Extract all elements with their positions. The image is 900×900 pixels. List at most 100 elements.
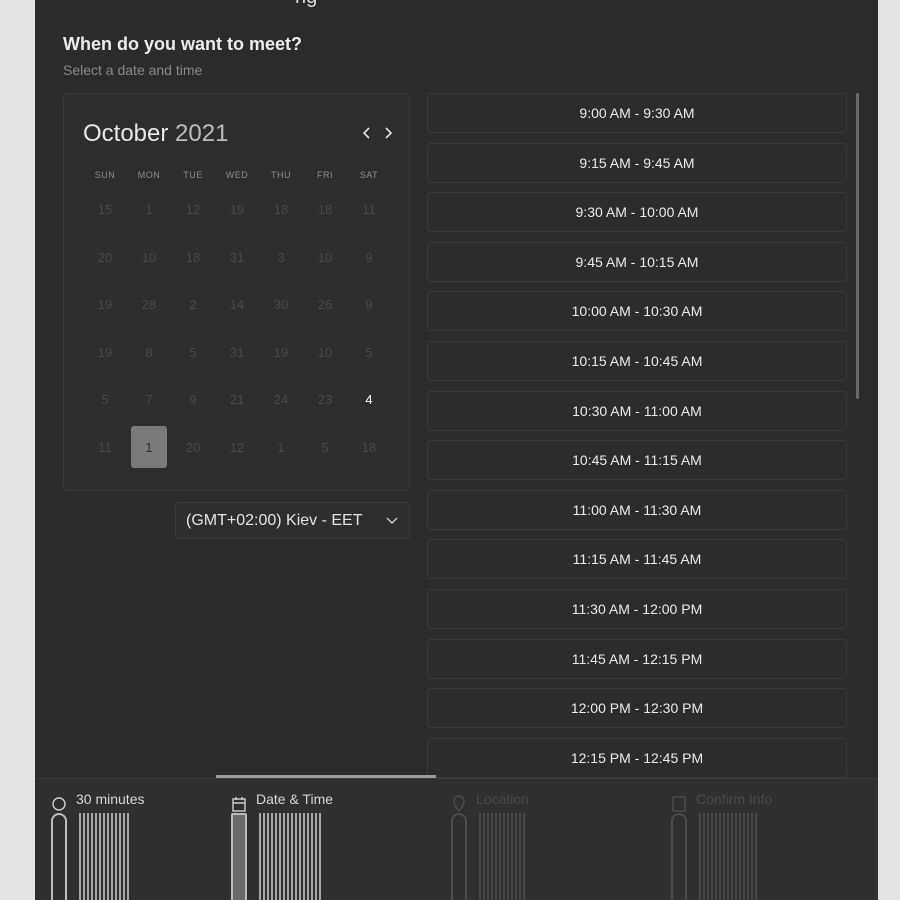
- time-slot-button[interactable]: 10:30 AM - 11:00 AM: [427, 390, 847, 431]
- step-date-time[interactable]: Date & Time: [231, 791, 431, 900]
- day-number: 1: [131, 426, 167, 469]
- calendar-day[interactable]: 18: [303, 186, 347, 234]
- calendar-day[interactable]: 9: [347, 281, 391, 329]
- calendar-day[interactable]: 23: [303, 376, 347, 424]
- calendar-day[interactable]: 24: [259, 376, 303, 424]
- step-marker: [451, 813, 467, 900]
- day-number: 26: [317, 297, 333, 313]
- weekday-label: TUE: [183, 170, 203, 180]
- step-marker: [671, 813, 687, 900]
- day-number: 14: [229, 297, 245, 313]
- day-number: 12: [185, 202, 201, 218]
- step-duration[interactable]: 30 minutes: [51, 791, 251, 900]
- calendar-day[interactable]: 15: [83, 186, 127, 234]
- calendar-day[interactable]: 18: [259, 186, 303, 234]
- step-marker: [231, 813, 247, 900]
- time-slot-button[interactable]: 9:30 AM - 10:00 AM: [427, 192, 847, 233]
- calendar-day[interactable]: 5: [347, 329, 391, 377]
- day-number: 12: [229, 439, 245, 455]
- calendar-day[interactable]: 3: [259, 234, 303, 282]
- calendar-day[interactable]: 11: [83, 424, 127, 472]
- time-slot-button[interactable]: 9:00 AM - 9:30 AM: [427, 93, 847, 133]
- day-number: 31: [229, 249, 245, 265]
- calendar-day[interactable]: 19: [215, 186, 259, 234]
- step-location[interactable]: Location: [451, 791, 651, 900]
- step-lines: [259, 813, 321, 900]
- time-slot-button[interactable]: 10:15 AM - 10:45 AM: [427, 340, 847, 381]
- calendar-day[interactable]: 1: [127, 186, 171, 234]
- step-marker: [51, 813, 67, 900]
- calendar-day[interactable]: 31: [215, 234, 259, 282]
- timezone-select[interactable]: (GMT+02:00) Kiev - EET: [175, 502, 410, 539]
- calendar-day[interactable]: 21: [215, 376, 259, 424]
- calendar-day[interactable]: 5: [171, 329, 215, 377]
- day-number: 18: [273, 202, 289, 218]
- calendar-day[interactable]: 12: [171, 186, 215, 234]
- calendar-day[interactable]: 31: [215, 329, 259, 377]
- time-slot-button[interactable]: 11:45 AM - 12:15 PM: [427, 638, 847, 679]
- calendar-day[interactable]: 20: [171, 424, 215, 472]
- calendar-day[interactable]: 11: [347, 186, 391, 234]
- calendar-day[interactable]: 28: [127, 281, 171, 329]
- calendar-day[interactable]: 18: [171, 234, 215, 282]
- calendar-day[interactable]: 10: [303, 234, 347, 282]
- chevron-left-icon[interactable]: [360, 124, 374, 145]
- day-number: 23: [317, 392, 333, 408]
- calendar-day[interactable]: 30: [259, 281, 303, 329]
- calendar-day[interactable]: 19: [83, 281, 127, 329]
- calendar-day[interactable]: 4: [347, 376, 391, 424]
- calendar-day[interactable]: 12: [215, 424, 259, 472]
- calendar-day[interactable]: 7: [127, 376, 171, 424]
- calendar-day[interactable]: 5: [83, 376, 127, 424]
- day-number: 9: [365, 297, 373, 313]
- time-slot-button[interactable]: 11:00 AM - 11:30 AM: [427, 489, 847, 530]
- calendar-day[interactable]: 20: [83, 234, 127, 282]
- day-number: 18: [361, 439, 377, 455]
- calendar-day[interactable]: 9: [347, 234, 391, 282]
- time-slot-button[interactable]: 9:15 AM - 9:45 AM: [427, 142, 847, 183]
- day-number: 30: [273, 297, 289, 313]
- calendar-day[interactable]: 2: [171, 281, 215, 329]
- calendar-day[interactable]: 19: [83, 329, 127, 377]
- time-slot-button[interactable]: 12:15 PM - 12:45 PM: [427, 737, 847, 778]
- step-bar: 30 minutes Date & Time Location Confirm …: [35, 775, 878, 900]
- day-number: 5: [101, 392, 109, 408]
- calendar-title: October 2021: [83, 120, 228, 148]
- day-number: 11: [98, 439, 112, 455]
- calendar-day[interactable]: 19: [259, 329, 303, 377]
- document-icon: [672, 796, 686, 812]
- calendar-day[interactable]: 26: [303, 281, 347, 329]
- day-number: 19: [273, 344, 289, 360]
- day-number: 20: [185, 439, 201, 455]
- chevron-right-icon[interactable]: [381, 124, 395, 145]
- calendar-day[interactable]: 5: [303, 424, 347, 472]
- day-number: 19: [97, 297, 113, 313]
- time-slot-button[interactable]: 10:45 AM - 11:15 AM: [427, 440, 847, 481]
- day-number: 10: [317, 249, 333, 265]
- step-label: Date & Time: [256, 791, 334, 807]
- step-label: 30 minutes: [76, 791, 145, 807]
- scrollbar[interactable]: [856, 93, 859, 399]
- time-slot-button[interactable]: 12:00 PM - 12:30 PM: [427, 688, 847, 729]
- calendar-day[interactable]: 18: [347, 424, 391, 472]
- time-slot-button[interactable]: 10:00 AM - 10:30 AM: [427, 291, 847, 332]
- time-slot-button[interactable]: 11:30 AM - 12:00 PM: [427, 588, 847, 629]
- day-number: 5: [189, 344, 197, 360]
- day-number: 5: [321, 439, 329, 455]
- step-confirm-info[interactable]: Confirm Info: [671, 791, 871, 900]
- calendar-day[interactable]: 10: [127, 234, 171, 282]
- chevron-down-icon: [386, 517, 398, 524]
- step-lines: [479, 813, 525, 900]
- calendar-day[interactable]: 10: [303, 329, 347, 377]
- time-slot-button[interactable]: 11:15 AM - 11:45 AM: [427, 539, 847, 580]
- calendar-day-selected[interactable]: 1: [127, 424, 171, 472]
- weekday-label: THU: [271, 170, 291, 180]
- calendar-day[interactable]: 8: [127, 329, 171, 377]
- calendar-day[interactable]: 9: [171, 376, 215, 424]
- calendar-day[interactable]: 1: [259, 424, 303, 472]
- day-number: 1: [277, 439, 285, 455]
- clock-icon: [52, 797, 66, 811]
- location-pin-icon: [453, 795, 465, 813]
- time-slot-button[interactable]: 9:45 AM - 10:15 AM: [427, 241, 847, 282]
- calendar-day[interactable]: 14: [215, 281, 259, 329]
